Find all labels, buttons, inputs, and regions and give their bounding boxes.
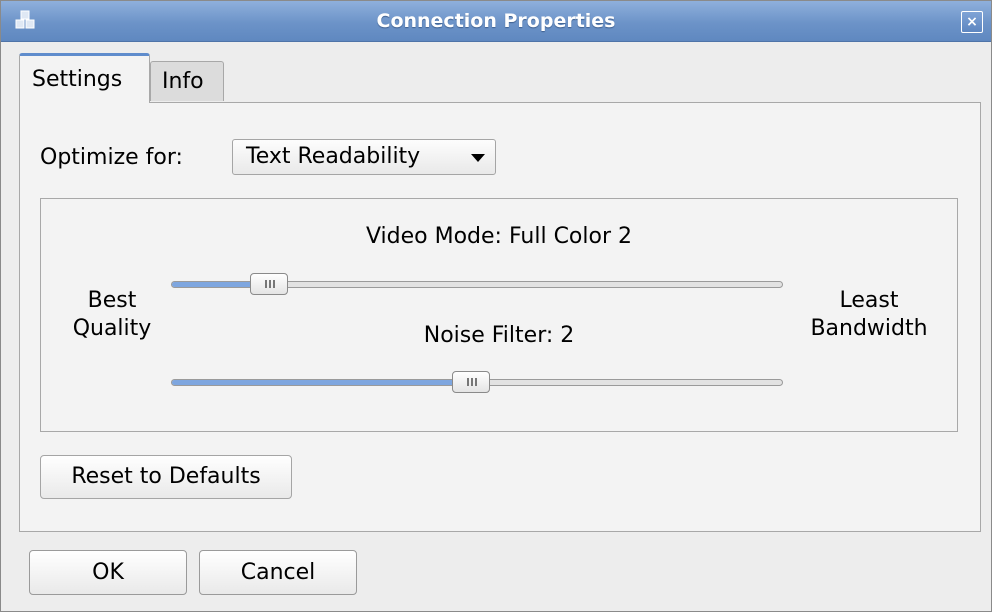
optimize-for-label: Optimize for: bbox=[40, 145, 183, 170]
quality-group: Video Mode: Full Color 2 Best Quality Le… bbox=[40, 198, 958, 432]
title-bar[interactable]: Connection Properties × bbox=[1, 1, 991, 42]
noise-filter-slider[interactable] bbox=[171, 371, 783, 395]
grip-icon bbox=[264, 280, 267, 288]
video-mode-label: Video Mode: Full Color 2 bbox=[365, 224, 633, 249]
optimize-for-dropdown[interactable]: Text Readability bbox=[232, 139, 496, 175]
close-icon: × bbox=[966, 14, 978, 30]
connection-properties-window: Connection Properties × Settings Info Op… bbox=[0, 0, 992, 612]
noise-filter-label: Noise Filter: 2 bbox=[423, 323, 575, 348]
noise-filter-fill bbox=[172, 380, 471, 385]
tab-settings[interactable]: Settings bbox=[19, 53, 150, 103]
close-button[interactable]: × bbox=[961, 11, 983, 33]
best-quality-line1: Best bbox=[87, 288, 137, 313]
cancel-button[interactable]: Cancel bbox=[199, 550, 357, 595]
tab-info[interactable]: Info bbox=[150, 61, 224, 101]
video-mode-handle[interactable] bbox=[249, 273, 288, 295]
settings-panel: Optimize for: Text Readability Video Mod… bbox=[19, 102, 981, 532]
least-bandwidth-line1: Least bbox=[839, 288, 899, 313]
video-mode-slider[interactable] bbox=[171, 273, 783, 297]
noise-filter-handle[interactable] bbox=[451, 371, 490, 393]
reset-to-defaults-button[interactable]: Reset to Defaults bbox=[40, 455, 292, 499]
window-title: Connection Properties bbox=[376, 10, 616, 32]
ok-button[interactable]: OK bbox=[29, 550, 187, 595]
grip-icon bbox=[466, 378, 469, 386]
optimize-for-value: Text Readability bbox=[246, 144, 421, 169]
dropdown-arrow-icon bbox=[471, 154, 485, 162]
